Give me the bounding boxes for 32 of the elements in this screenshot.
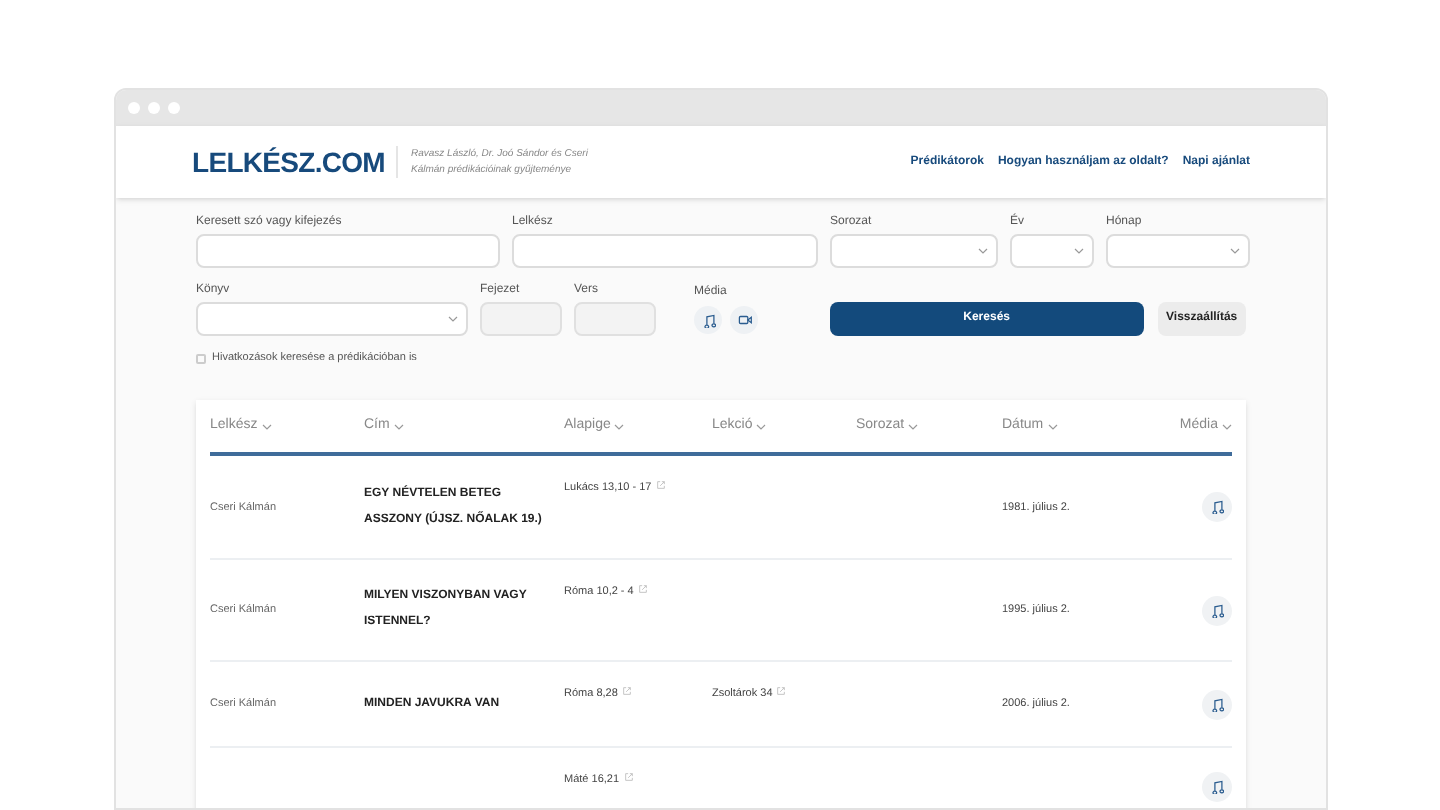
dropdown[interactable] [196,302,468,336]
external-link-icon [623,772,634,783]
chevron-icon [1230,248,1240,254]
input-field [480,302,562,336]
external-link-icon [637,584,648,595]
music-note-icon[interactable] [1202,595,1232,626]
chevron-icon [1047,423,1058,430]
chevron-icon [448,316,458,322]
music-note-icon[interactable] [1202,689,1232,720]
dropdown[interactable] [1010,234,1094,268]
chevron-icon [756,423,767,430]
site-logo[interactable]: LELKÉSZ.COM [192,141,385,183]
checkbox[interactable] [196,353,206,364]
chevron-icon [908,423,919,430]
input-field[interactable] [196,234,500,268]
dropdown[interactable] [1106,234,1250,268]
external-link-icon [776,686,787,697]
input-field[interactable] [512,234,818,268]
chevron-icon [393,423,404,430]
music-note-icon[interactable] [1202,492,1232,523]
music-note-icon[interactable] [1202,772,1232,803]
chevron-icon [978,248,988,254]
chevron-icon [261,423,272,430]
chevron-icon [614,423,625,430]
input-field [574,302,656,336]
external-link-icon [621,686,632,697]
chevron-icon [1074,248,1084,254]
chevron-icon [1222,423,1232,430]
external-link-icon [655,480,666,491]
music-note-icon[interactable] [694,306,722,334]
video-camera-icon[interactable] [730,306,758,334]
dropdown[interactable] [830,234,998,268]
